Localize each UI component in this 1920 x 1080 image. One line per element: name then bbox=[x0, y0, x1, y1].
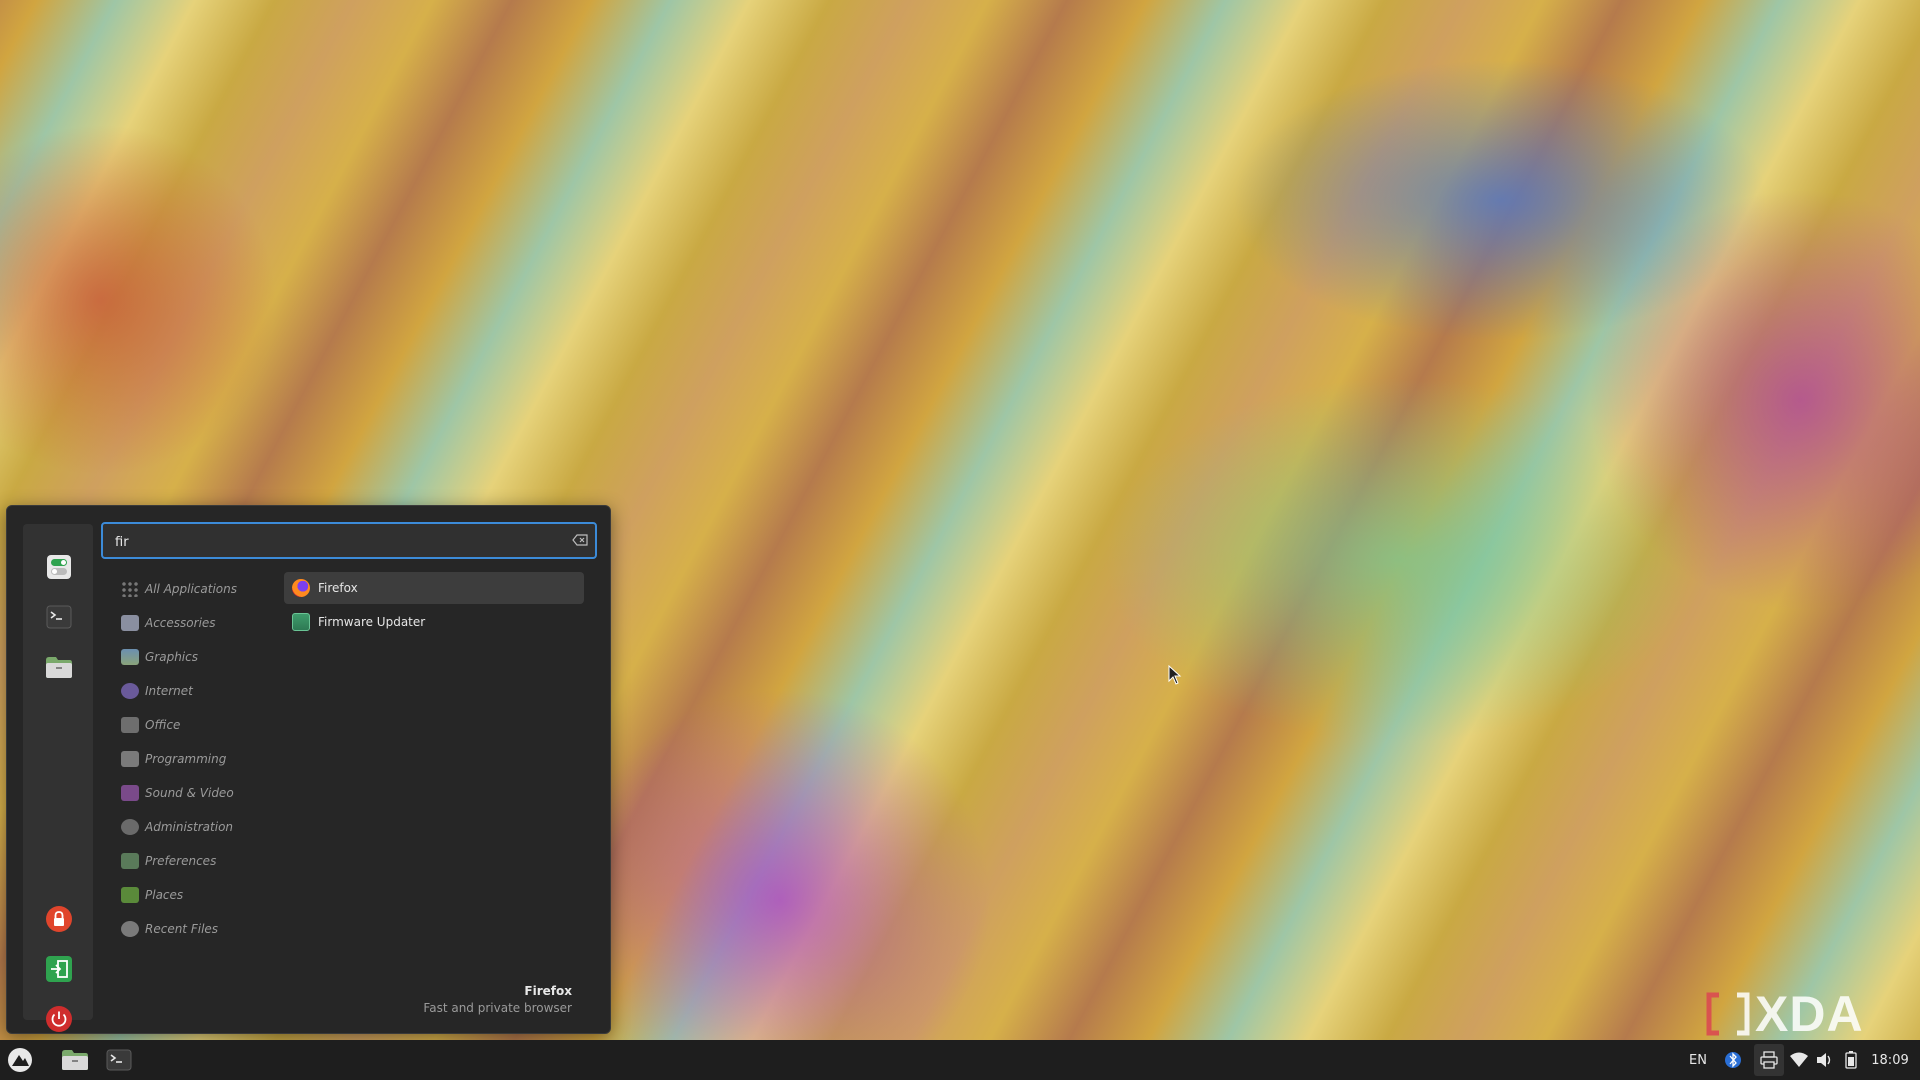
category-label: Administration bbox=[145, 820, 234, 834]
search-results: Firefox Firmware Updater bbox=[284, 572, 584, 640]
office-icon bbox=[121, 717, 139, 733]
category-label: Programming bbox=[145, 752, 227, 766]
wifi-icon bbox=[1790, 1052, 1808, 1067]
volume-tray-button[interactable] bbox=[1814, 1044, 1836, 1076]
accessories-icon bbox=[121, 615, 139, 631]
network-tray-button[interactable] bbox=[1788, 1044, 1810, 1076]
description-subtitle: Fast and private browser bbox=[423, 1001, 572, 1015]
application-menu: All Applications Accessories Graphics In… bbox=[6, 505, 611, 1034]
backspace-icon bbox=[572, 534, 588, 546]
result-label: Firmware Updater bbox=[318, 615, 426, 629]
battery-tray-button[interactable] bbox=[1840, 1044, 1862, 1076]
logout-button[interactable] bbox=[44, 954, 74, 984]
logout-icon bbox=[46, 956, 72, 982]
shutdown-button[interactable] bbox=[44, 1004, 74, 1034]
terminal-icon bbox=[106, 1049, 132, 1071]
xda-watermark: XDA bbox=[1705, 985, 1864, 1043]
preferences-icon bbox=[121, 853, 139, 869]
taskbar-terminal-button[interactable] bbox=[102, 1044, 136, 1076]
category-list: All Applications Accessories Graphics In… bbox=[121, 572, 281, 946]
category-administration[interactable]: Administration bbox=[121, 810, 281, 844]
firmware-updater-icon bbox=[292, 613, 310, 631]
terminal-icon bbox=[46, 605, 72, 629]
result-firmware-updater[interactable]: Firmware Updater bbox=[284, 606, 584, 638]
programming-icon bbox=[121, 751, 139, 767]
volume-icon bbox=[1817, 1053, 1831, 1067]
recent-files-icon bbox=[121, 921, 139, 937]
start-menu-button[interactable] bbox=[4, 1044, 36, 1076]
result-firefox[interactable]: Firefox bbox=[284, 572, 584, 604]
category-label: Office bbox=[145, 718, 181, 732]
places-icon bbox=[121, 887, 139, 903]
category-all-applications[interactable]: All Applications bbox=[121, 572, 281, 606]
distro-logo-icon bbox=[8, 1048, 32, 1072]
internet-icon bbox=[121, 683, 139, 699]
category-internet[interactable]: Internet bbox=[121, 674, 281, 708]
bluetooth-icon bbox=[1725, 1052, 1741, 1068]
category-label: Places bbox=[145, 888, 184, 902]
graphics-icon bbox=[121, 649, 139, 665]
keyboard-layout-indicator[interactable]: EN bbox=[1684, 1044, 1712, 1076]
search-box bbox=[101, 522, 597, 559]
category-recent-files[interactable]: Recent Files bbox=[121, 912, 281, 946]
clock[interactable]: 18:09 bbox=[1866, 1044, 1914, 1076]
category-preferences[interactable]: Preferences bbox=[121, 844, 281, 878]
result-label: Firefox bbox=[318, 581, 358, 595]
category-places[interactable]: Places bbox=[121, 878, 281, 912]
category-accessories[interactable]: Accessories bbox=[121, 606, 281, 640]
lock-icon bbox=[46, 906, 72, 932]
category-label: Sound & Video bbox=[145, 786, 234, 800]
category-label: Recent Files bbox=[145, 922, 219, 936]
category-label: Graphics bbox=[145, 650, 198, 664]
mouse-cursor-icon bbox=[1168, 665, 1182, 685]
category-office[interactable]: Office bbox=[121, 708, 281, 742]
administration-icon bbox=[121, 819, 139, 835]
category-label: All Applications bbox=[145, 582, 237, 596]
printer-icon bbox=[1760, 1051, 1778, 1069]
sound-video-icon bbox=[121, 785, 139, 801]
favorites-sidebar bbox=[23, 524, 93, 1032]
favorite-files-button[interactable] bbox=[44, 652, 74, 682]
app-description: Firefox Fast and private browser bbox=[423, 984, 572, 1015]
bluetooth-tray-button[interactable] bbox=[1722, 1044, 1744, 1076]
taskbar: EN 18:09 bbox=[0, 1040, 1920, 1080]
clear-search-button[interactable] bbox=[571, 532, 589, 548]
category-label: Accessories bbox=[145, 616, 216, 630]
category-programming[interactable]: Programming bbox=[121, 742, 281, 776]
firefox-icon bbox=[292, 579, 310, 597]
settings-toggle-icon bbox=[47, 555, 71, 579]
favorite-terminal-button[interactable] bbox=[44, 602, 74, 632]
lock-screen-button[interactable] bbox=[44, 904, 74, 934]
grid-icon bbox=[121, 581, 139, 597]
watermark-text: XDA bbox=[1755, 986, 1864, 1042]
folder-icon bbox=[62, 1050, 88, 1070]
category-label: Internet bbox=[145, 684, 193, 698]
xda-logo-icon bbox=[1706, 992, 1750, 1036]
taskbar-files-button[interactable] bbox=[58, 1044, 92, 1076]
folder-icon bbox=[46, 657, 72, 678]
search-input[interactable] bbox=[113, 531, 557, 553]
power-icon bbox=[46, 1006, 72, 1032]
description-title: Firefox bbox=[524, 984, 572, 998]
category-sound-video[interactable]: Sound & Video bbox=[121, 776, 281, 810]
printer-tray-button[interactable] bbox=[1754, 1044, 1784, 1076]
battery-icon bbox=[1845, 1051, 1857, 1069]
category-graphics[interactable]: Graphics bbox=[121, 640, 281, 674]
category-label: Preferences bbox=[145, 854, 217, 868]
favorite-settings-button[interactable] bbox=[44, 552, 74, 582]
